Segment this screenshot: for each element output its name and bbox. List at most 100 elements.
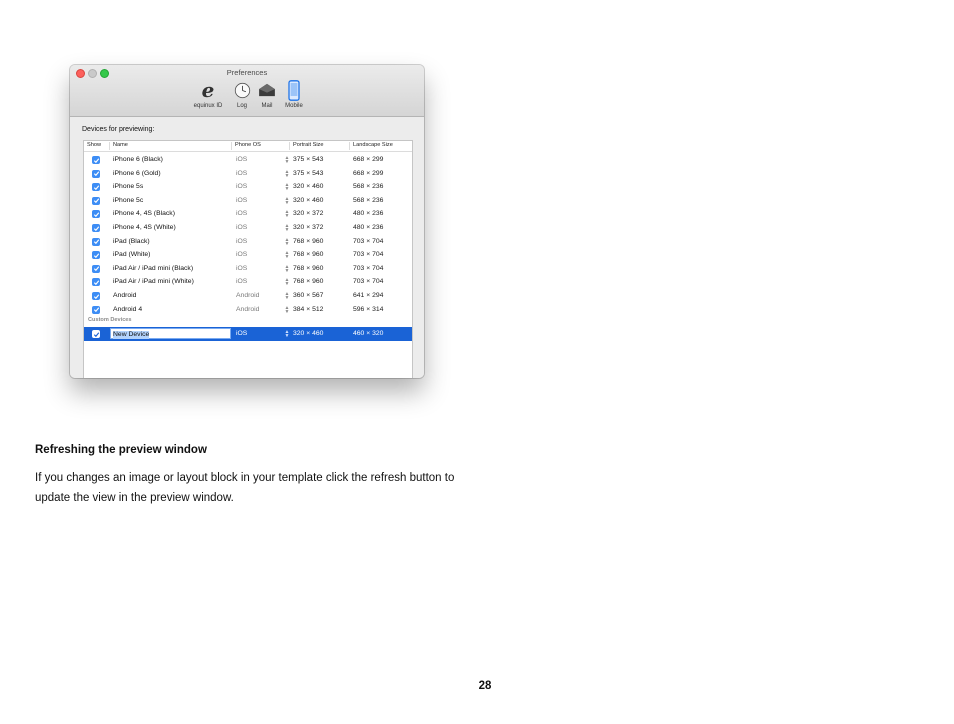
show-checkbox[interactable] bbox=[92, 210, 100, 219]
os-cell[interactable]: iOS bbox=[236, 265, 247, 273]
os-cell[interactable]: iOS bbox=[236, 197, 247, 205]
device-name-cell[interactable]: iPhone 4, 4S (White) bbox=[113, 224, 176, 232]
portrait-size-cell[interactable]: 320 × 372 bbox=[293, 224, 323, 232]
size-stepper-icon[interactable]: ▲ ▼ bbox=[284, 278, 290, 287]
landscape-size-cell[interactable]: 480 × 236 bbox=[353, 224, 383, 232]
os-cell[interactable]: iOS bbox=[236, 330, 247, 338]
show-checkbox[interactable] bbox=[92, 196, 100, 205]
landscape-size-cell[interactable]: 480 × 236 bbox=[353, 210, 383, 218]
os-cell[interactable]: iOS bbox=[236, 238, 247, 246]
column-header-os[interactable]: Phone OS bbox=[231, 142, 261, 150]
table-row[interactable]: iPad Air / iPad mini (White) iOS ▲ ▼ 768 × 9… bbox=[84, 275, 412, 289]
device-name-cell[interactable]: iPhone 6 (Black) bbox=[113, 156, 163, 164]
os-cell[interactable]: iOS bbox=[236, 170, 247, 178]
size-stepper-icon[interactable]: ▲ ▼ bbox=[284, 183, 290, 192]
table-row[interactable]: iPhone 5c iOS ▲ ▼ 320 × 460 568 × 236 bbox=[84, 194, 412, 208]
toolbar-log[interactable]: Log bbox=[231, 79, 253, 109]
table-row[interactable]: iPhone 6 (Black) iOS ▲ ▼ 375 × 543 668 × 299 bbox=[84, 153, 412, 167]
show-checkbox[interactable] bbox=[92, 237, 100, 246]
portrait-size-cell[interactable]: 768 × 960 bbox=[293, 265, 323, 273]
table-row[interactable]: iPhone 5s iOS ▲ ▼ 320 × 460 568 × 236 bbox=[84, 180, 412, 194]
portrait-size-cell[interactable]: 360 × 567 bbox=[293, 292, 323, 300]
os-cell[interactable]: iOS bbox=[236, 251, 247, 259]
os-cell[interactable]: iOS bbox=[236, 224, 247, 232]
show-checkbox[interactable] bbox=[92, 305, 100, 314]
portrait-size-cell[interactable]: 375 × 543 bbox=[293, 170, 323, 178]
device-name-input[interactable]: New Device bbox=[110, 328, 231, 339]
table-row[interactable]: Android Android ▲ ▼ 360 × 567 641 × 294 bbox=[84, 289, 412, 303]
column-header-show[interactable]: Show bbox=[87, 142, 101, 148]
column-header-landscape[interactable]: Landscape Size bbox=[349, 142, 393, 150]
toolbar-mobile[interactable]: Mobile bbox=[280, 79, 308, 109]
device-name-cell[interactable]: iPad Air / iPad mini (White) bbox=[113, 278, 194, 286]
device-name-cell[interactable]: Android 4 bbox=[113, 306, 142, 314]
os-cell[interactable]: iOS bbox=[236, 183, 247, 191]
portrait-size-cell[interactable]: 768 × 960 bbox=[293, 238, 323, 246]
landscape-size-cell[interactable]: 668 × 299 bbox=[353, 170, 383, 178]
device-name-cell[interactable]: iPhone 5s bbox=[113, 183, 143, 191]
size-stepper-icon[interactable]: ▲ ▼ bbox=[284, 264, 290, 273]
show-checkbox[interactable] bbox=[92, 156, 100, 164]
size-stepper-icon[interactable]: ▲ ▼ bbox=[284, 224, 290, 233]
os-cell[interactable]: Android bbox=[236, 306, 259, 314]
landscape-size-cell[interactable]: 568 × 236 bbox=[353, 183, 383, 191]
device-name-cell[interactable]: Android bbox=[113, 292, 136, 300]
os-cell[interactable]: Android bbox=[236, 292, 259, 300]
device-name-cell[interactable]: iPad (White) bbox=[113, 251, 150, 259]
table-row[interactable]: iPhone 4, 4S (White) iOS ▲ ▼ 320 × 372 480 × … bbox=[84, 221, 412, 235]
portrait-size-cell[interactable]: 320 × 460 bbox=[293, 183, 323, 191]
size-stepper-icon[interactable]: ▲ ▼ bbox=[284, 330, 290, 339]
table-row[interactable]: iPhone 4, 4S (Black) iOS ▲ ▼ 320 × 372 480 × … bbox=[84, 207, 412, 221]
os-cell[interactable]: iOS bbox=[236, 210, 247, 218]
table-row[interactable]: iPhone 6 (Gold) iOS ▲ ▼ 375 × 543 668 × 299 bbox=[84, 167, 412, 181]
table-row[interactable]: iPad (Black) iOS ▲ ▼ 768 × 960 703 × 704 bbox=[84, 235, 412, 249]
landscape-size-cell[interactable]: 703 × 704 bbox=[353, 238, 383, 246]
toolbar-equinux-id[interactable]: e equinux ID bbox=[188, 79, 228, 109]
size-stepper-icon[interactable]: ▲ ▼ bbox=[284, 237, 290, 246]
table-row[interactable]: Android 4 Android ▲ ▼ 384 × 512 596 × 314 bbox=[84, 303, 412, 317]
landscape-size-cell[interactable]: 703 × 704 bbox=[353, 278, 383, 286]
os-cell[interactable]: iOS bbox=[236, 156, 247, 164]
size-stepper-icon[interactable]: ▲ ▼ bbox=[284, 305, 290, 314]
landscape-size-cell[interactable]: 568 × 236 bbox=[353, 197, 383, 205]
portrait-size-cell[interactable]: 375 × 543 bbox=[293, 156, 323, 164]
size-stepper-icon[interactable]: ▲ ▼ bbox=[284, 210, 290, 219]
device-name-cell[interactable]: iPhone 6 (Gold) bbox=[113, 170, 161, 178]
table-row[interactable]: iPad (White) iOS ▲ ▼ 768 × 960 703 × 704 bbox=[84, 248, 412, 262]
show-checkbox[interactable] bbox=[92, 169, 100, 178]
portrait-size-cell[interactable]: 384 × 512 bbox=[293, 306, 323, 314]
portrait-size-cell[interactable]: 320 × 460 bbox=[293, 197, 323, 205]
show-checkbox[interactable] bbox=[92, 183, 100, 192]
size-stepper-icon[interactable]: ▲ ▼ bbox=[284, 169, 290, 178]
portrait-size-cell[interactable]: 768 × 960 bbox=[293, 278, 323, 286]
os-cell[interactable]: iOS bbox=[236, 278, 247, 286]
portrait-size-cell[interactable]: 768 × 960 bbox=[293, 251, 323, 259]
toolbar-mail[interactable]: Mail bbox=[256, 79, 278, 109]
landscape-size-cell[interactable]: 641 × 294 bbox=[353, 292, 383, 300]
landscape-size-cell[interactable]: 668 × 299 bbox=[353, 156, 383, 164]
landscape-size-cell[interactable]: 460 × 320 bbox=[353, 330, 383, 338]
size-stepper-icon[interactable]: ▲ ▼ bbox=[284, 251, 290, 260]
column-header-name[interactable]: Name bbox=[109, 142, 128, 150]
size-stepper-icon[interactable]: ▲ ▼ bbox=[284, 156, 290, 165]
show-checkbox[interactable] bbox=[92, 251, 100, 260]
portrait-size-cell[interactable]: 320 × 372 bbox=[293, 210, 323, 218]
landscape-size-cell[interactable]: 703 × 704 bbox=[353, 251, 383, 259]
show-checkbox[interactable] bbox=[92, 224, 100, 232]
device-name-cell[interactable]: iPad Air / iPad mini (Black) bbox=[113, 265, 193, 273]
show-checkbox[interactable] bbox=[92, 292, 100, 300]
table-row[interactable]: iPad Air / iPad mini (Black) iOS ▲ ▼ 768 × 9… bbox=[84, 262, 412, 276]
portrait-size-cell[interactable]: 320 × 460 bbox=[293, 330, 323, 338]
size-stepper-icon[interactable]: ▲ ▼ bbox=[284, 196, 290, 205]
show-checkbox[interactable] bbox=[92, 330, 100, 338]
show-checkbox[interactable] bbox=[92, 278, 100, 287]
show-checkbox[interactable] bbox=[92, 264, 100, 273]
device-name-cell[interactable]: iPhone 5c bbox=[113, 197, 143, 205]
device-name-cell[interactable]: iPhone 4, 4S (Black) bbox=[113, 210, 175, 218]
column-header-portrait[interactable]: Portrait Size bbox=[289, 142, 323, 150]
landscape-size-cell[interactable]: 596 × 314 bbox=[353, 306, 383, 314]
size-stepper-icon[interactable]: ▲ ▼ bbox=[284, 292, 290, 301]
landscape-size-cell[interactable]: 703 × 704 bbox=[353, 265, 383, 273]
table-row-custom-device[interactable]: New Device iOS ▲ ▼ 320 × 460 460 × 320 bbox=[84, 327, 412, 341]
device-name-cell[interactable]: iPad (Black) bbox=[113, 238, 150, 246]
